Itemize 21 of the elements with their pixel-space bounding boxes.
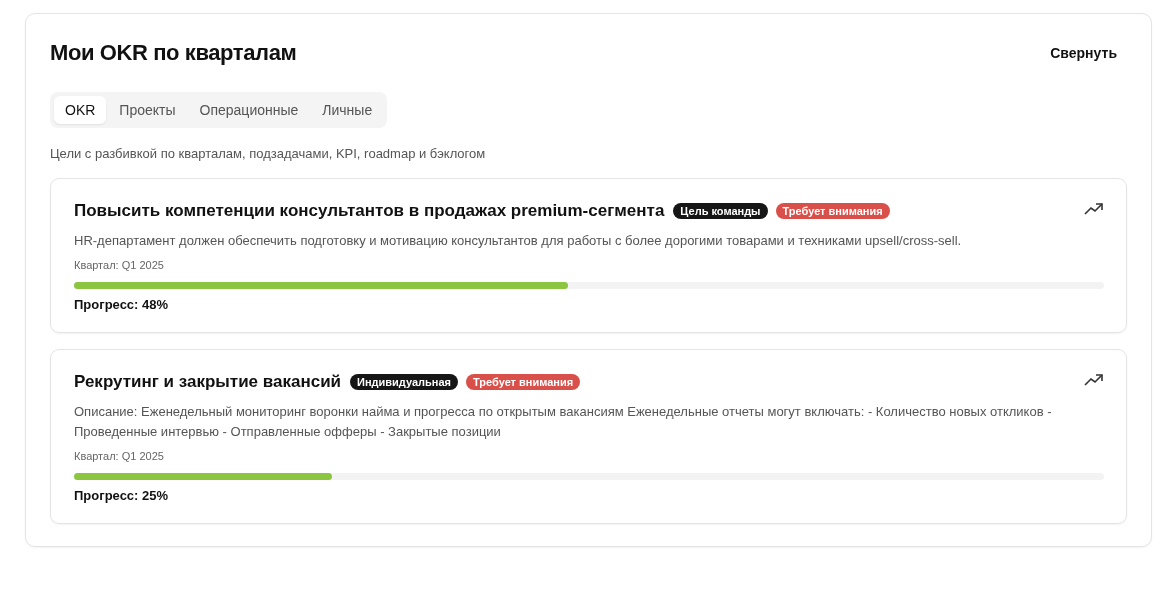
goal-description: HR-департамент должен обеспечить подготовку и мотивацию консультантов для работы с более дорогими товарами и техниками upsell/cross-sell. bbox=[74, 232, 963, 250]
type-tag: Индивидуальная bbox=[350, 374, 458, 390]
subtitle: Цели с разбивкой по кварталам, подзадачами, KPI, roadmap и бэклогом bbox=[50, 146, 487, 161]
status-tag: Требует внимания bbox=[775, 203, 890, 219]
trend-up-icon[interactable] bbox=[1084, 374, 1104, 386]
goal-description: Описание: Еженедельный мониторинг воронки найма и прогресса по открытым вакансиям Еженедельные отчеты могут включать: - Количество новых откликов - Проведенные интервью - Отправленные офферы - Закрытые позиции bbox=[74, 403, 1053, 441]
tab[interactable]: Операционные bbox=[188, 96, 310, 124]
page-title: Мои OKR по кварталам bbox=[50, 40, 297, 66]
quarter-label: Квартал: Q1 2025 bbox=[74, 450, 165, 462]
tab[interactable]: Проекты bbox=[108, 96, 187, 124]
goal-title: Повысить компетенции консультантов в продажах premium-сегмента bbox=[74, 201, 665, 221]
tab[interactable]: Личные bbox=[311, 96, 384, 124]
quarter-label: Квартал: Q1 2025 bbox=[74, 259, 165, 271]
trend-up-icon[interactable] bbox=[1084, 203, 1104, 215]
collapse-button[interactable]: Свернуть bbox=[1040, 41, 1127, 65]
progress-label: Прогресс: 25% bbox=[74, 488, 170, 503]
goal-title: Рекрутинг и закрытие вакансий bbox=[74, 372, 342, 392]
status-tag: Требует внимания bbox=[466, 374, 581, 390]
tab[interactable]: OKR bbox=[54, 96, 107, 124]
progress-label: Прогресс: 48% bbox=[74, 297, 170, 312]
type-tag: Цель команды bbox=[673, 203, 768, 219]
